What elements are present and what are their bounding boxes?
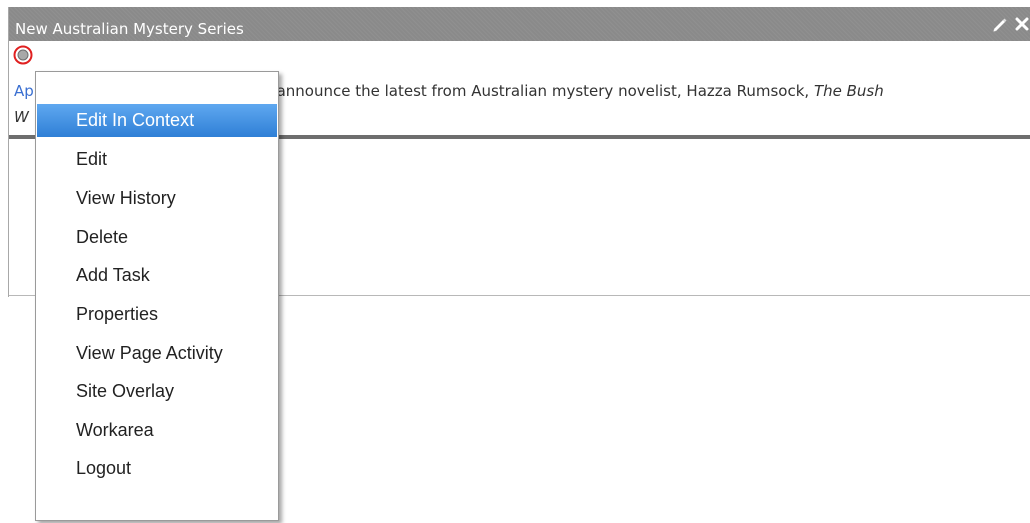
context-menu: Edit In Context Edit View History Delete… — [35, 71, 279, 521]
content-block-title: New Australian Mystery Series — [15, 20, 244, 38]
pencil-icon[interactable] — [991, 15, 1009, 37]
menu-item-edit-in-context[interactable]: Edit In Context — [37, 104, 277, 137]
menu-item-workarea[interactable]: Workarea — [37, 414, 277, 447]
content-second-line: W — [14, 108, 29, 126]
menu-item-add-task[interactable]: Add Task — [37, 259, 277, 292]
content-link-fragment[interactable]: Ap — [14, 82, 34, 100]
titlebar-icons — [991, 15, 1029, 37]
menu-item-delete[interactable]: Delete — [37, 221, 277, 254]
content-block-titlebar: New Australian Mystery Series — [9, 7, 1030, 41]
menu-item-properties[interactable]: Properties — [37, 298, 277, 331]
menu-item-view-history[interactable]: View History — [37, 182, 277, 215]
content-text: announce the latest from Australian myst… — [276, 82, 810, 100]
menu-item-edit[interactable]: Edit — [37, 143, 277, 176]
menu-item-site-overlay[interactable]: Site Overlay — [37, 375, 277, 408]
menu-item-logout[interactable]: Logout — [37, 452, 277, 485]
content-italic-title: The Bush — [813, 82, 884, 100]
menu-item-view-page-activity[interactable]: View Page Activity — [37, 337, 277, 370]
content-marker-icon[interactable] — [13, 45, 33, 65]
close-icon[interactable] — [1015, 16, 1029, 36]
